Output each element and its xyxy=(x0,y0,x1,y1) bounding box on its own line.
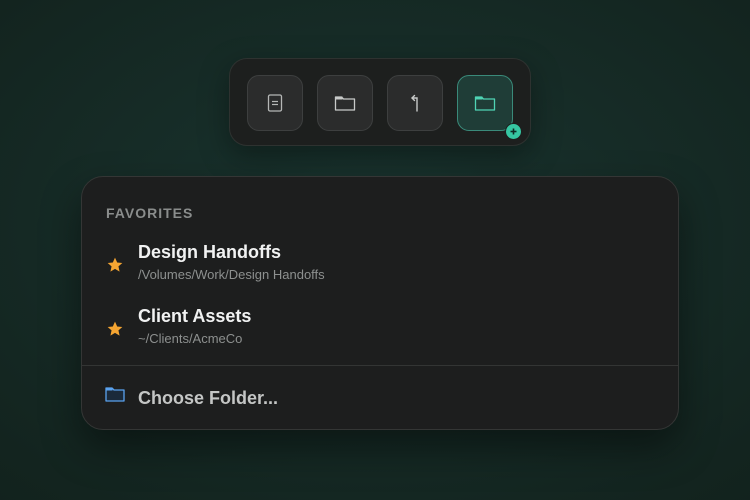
favorite-path: /Volumes/Work/Design Handoffs xyxy=(138,267,325,282)
document-button[interactable] xyxy=(247,75,303,131)
add-folder-button[interactable] xyxy=(457,75,522,140)
back-arrow-icon xyxy=(411,94,418,112)
favorite-item-client-assets[interactable]: Client Assets ~/Clients/AcmeCo xyxy=(94,303,654,359)
favorite-item-design-handoffs[interactable]: Design Handoffs /Volumes/Work/Design Han… xyxy=(94,239,654,295)
favorites-panel: FAVORITES Design Handoffs /Volumes/Work/… xyxy=(81,176,679,430)
star-icon xyxy=(107,321,123,336)
favorite-name: Client Assets xyxy=(138,306,252,326)
folder-icon xyxy=(105,387,125,402)
favorites-heading: FAVORITES xyxy=(106,205,194,221)
toolbar xyxy=(229,58,531,146)
divider xyxy=(82,365,678,366)
star-icon xyxy=(107,257,123,272)
back-button[interactable] xyxy=(387,75,443,131)
choose-folder-label: Choose Folder... xyxy=(138,388,279,408)
folder-button[interactable] xyxy=(317,75,373,131)
favorite-name: Design Handoffs xyxy=(138,242,282,262)
plus-badge-icon xyxy=(505,123,522,140)
document-icon xyxy=(267,94,283,112)
choose-folder-button[interactable]: Choose Folder... xyxy=(94,377,654,419)
folder-icon xyxy=(334,96,356,111)
favorite-path: ~/Clients/AcmeCo xyxy=(138,331,243,346)
folder-add-icon xyxy=(474,96,496,111)
